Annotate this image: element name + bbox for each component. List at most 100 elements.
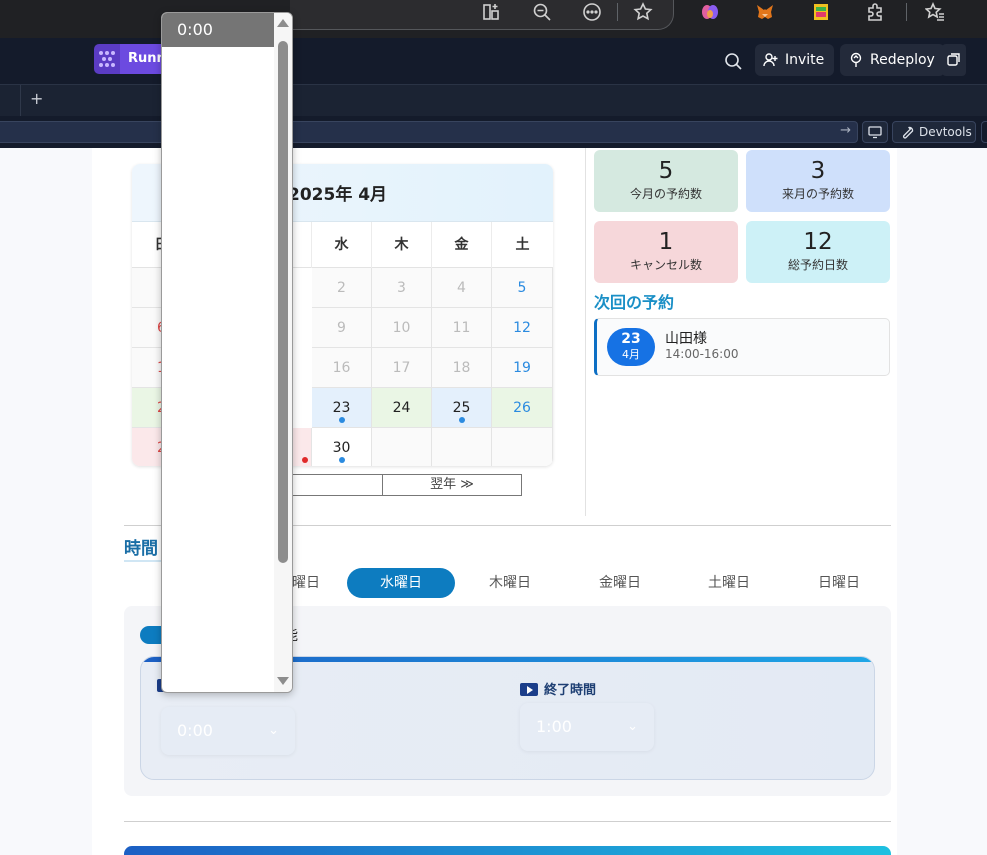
section-divider [124,821,891,822]
calendar-day-empty [372,428,432,466]
devtools-button[interactable]: Devtools [892,121,976,143]
stat-label: 総予約日数 [787,258,848,272]
calendar-day-booked[interactable]: 25 [432,388,492,428]
redeploy-icon [850,52,862,67]
tab-thursday[interactable]: 木曜日 [456,568,564,598]
column-divider [585,148,586,516]
favorites-list-icon[interactable] [920,0,950,24]
redeploy-button[interactable]: Redeploy [840,44,945,76]
calendar-day-number: 30 [332,440,351,456]
next-booking-card[interactable]: 23 4月 山田様 14:00-16:00 [594,318,890,376]
more-icon[interactable] [577,0,607,24]
calendar-month-title: 2025年 4月 [288,185,388,205]
booking-dot [339,457,345,463]
split-screen-icon[interactable] [476,0,506,24]
tab-sunday[interactable]: 日曜日 [785,568,893,598]
tab-strip: + [0,84,987,117]
dropdown-scrollbar[interactable] [274,13,292,692]
booking-dot [459,417,465,423]
calendar-day[interactable]: 16 [312,348,372,388]
preview-url-input[interactable]: → [0,121,858,143]
scroll-up-arrow-icon[interactable] [277,19,289,27]
tab-wednesday[interactable]: 水曜日 [347,568,455,598]
calendar-day[interactable]: 19 [492,348,553,388]
next-booking-heading: 次回の予約 [594,293,675,312]
calendar-day[interactable]: 26 [492,388,553,428]
calendar-day[interactable]: 11 [432,308,492,348]
calendar-day[interactable]: 4 [432,268,492,308]
preview-url-bar: → Devtools [0,116,987,148]
redeploy-label: Redeploy [870,52,935,68]
calendar-day[interactable]: 9 [312,308,372,348]
toolbar-edge-button[interactable] [981,121,987,143]
toolbar-separator [617,3,618,21]
tab-saturday[interactable]: 土曜日 [675,568,783,598]
stat-card-cancellations: 1 キャンセル数 [594,221,738,283]
tab-friday[interactable]: 金曜日 [566,568,674,598]
stat-value: 1 [658,229,674,255]
stat-value: 3 [810,158,826,184]
stat-value: 12 [803,229,833,255]
cancel-dot [302,457,308,463]
colorful-extension-icon[interactable] [806,0,836,24]
metamask-fox-icon[interactable] [750,0,780,24]
app-header: Runn Invite Redeploy [0,38,987,84]
next-booking-customer: 山田様 [665,331,707,347]
next-booking-month: 4月 [622,348,640,361]
invite-button[interactable]: Invite [755,44,835,76]
start-time-select[interactable]: 0:00 ⌄ [161,707,295,755]
calendar-day[interactable]: 18 [432,348,492,388]
dropdown-option-selected[interactable]: 0:00 [162,13,275,47]
stat-card-next-month: 3 来月の予約数 [746,150,890,212]
next-year-button[interactable]: 翌年 ≫ [382,474,522,496]
tab-divider [20,85,21,117]
calendar-day[interactable]: 24 [372,388,432,428]
monitor-icon[interactable] [862,121,888,143]
end-time-label: 終了時間 [520,679,596,698]
search-icon[interactable] [722,50,744,72]
schedule-section-title: 時間 [124,539,158,559]
toolbar-separator [906,3,907,21]
calendar-day-booked[interactable]: 30 [312,428,372,466]
calendar-day-number: 23 [332,400,351,416]
calendar-day[interactable]: 2 [312,268,372,308]
stat-card-total-days: 12 総予約日数 [746,221,890,283]
next-booking-day: 23 [621,331,641,347]
calendar-day[interactable]: 5 [492,268,553,308]
calendar-day[interactable]: 10 [372,308,432,348]
add-user-icon [763,53,778,67]
extensions-puzzle-icon[interactable] [860,0,890,24]
app-logo-icon [94,44,120,74]
invite-label: Invite [785,52,825,68]
end-time-select[interactable]: 1:00 ⌄ [520,703,654,751]
go-arrow-icon[interactable]: → [840,123,851,138]
scrollbar-thumb[interactable] [278,41,288,563]
end-time-value: 1:00 [536,717,572,736]
calendar-day[interactable]: 17 [372,348,432,388]
chevron-down-icon: ⌄ [627,719,638,734]
stat-label: キャンセル数 [629,258,702,272]
weekday-label: 木 [372,222,432,268]
calendar-day-empty [432,428,492,466]
window-toggle-icon[interactable] [942,44,966,76]
devtools-label: Devtools [919,125,972,139]
stat-label: 今月の予約数 [629,187,702,201]
stat-card-this-month: 5 今月の予約数 [594,150,738,212]
favorite-star-icon[interactable] [628,0,658,24]
scroll-down-arrow-icon[interactable] [277,677,289,685]
browser-toolbar [0,0,987,38]
calendar-day[interactable]: 3 [372,268,432,308]
next-booking-date-badge: 23 4月 [607,328,655,366]
calendar-day[interactable]: 12 [492,308,553,348]
start-time-value: 0:00 [177,721,213,740]
play-icon [520,683,538,696]
weekday-label: 土 [515,237,530,253]
new-tab-button[interactable]: + [30,89,43,108]
booking-dot [339,417,345,423]
next-section-header-bar [124,846,891,855]
stat-label: 来月の予約数 [781,187,854,201]
calendar-day-booked[interactable]: 23 [312,388,372,428]
start-time-dropdown-list[interactable]: 0:00 [161,12,293,693]
zoom-out-icon[interactable] [527,0,557,24]
brain-extension-icon[interactable] [695,0,725,24]
